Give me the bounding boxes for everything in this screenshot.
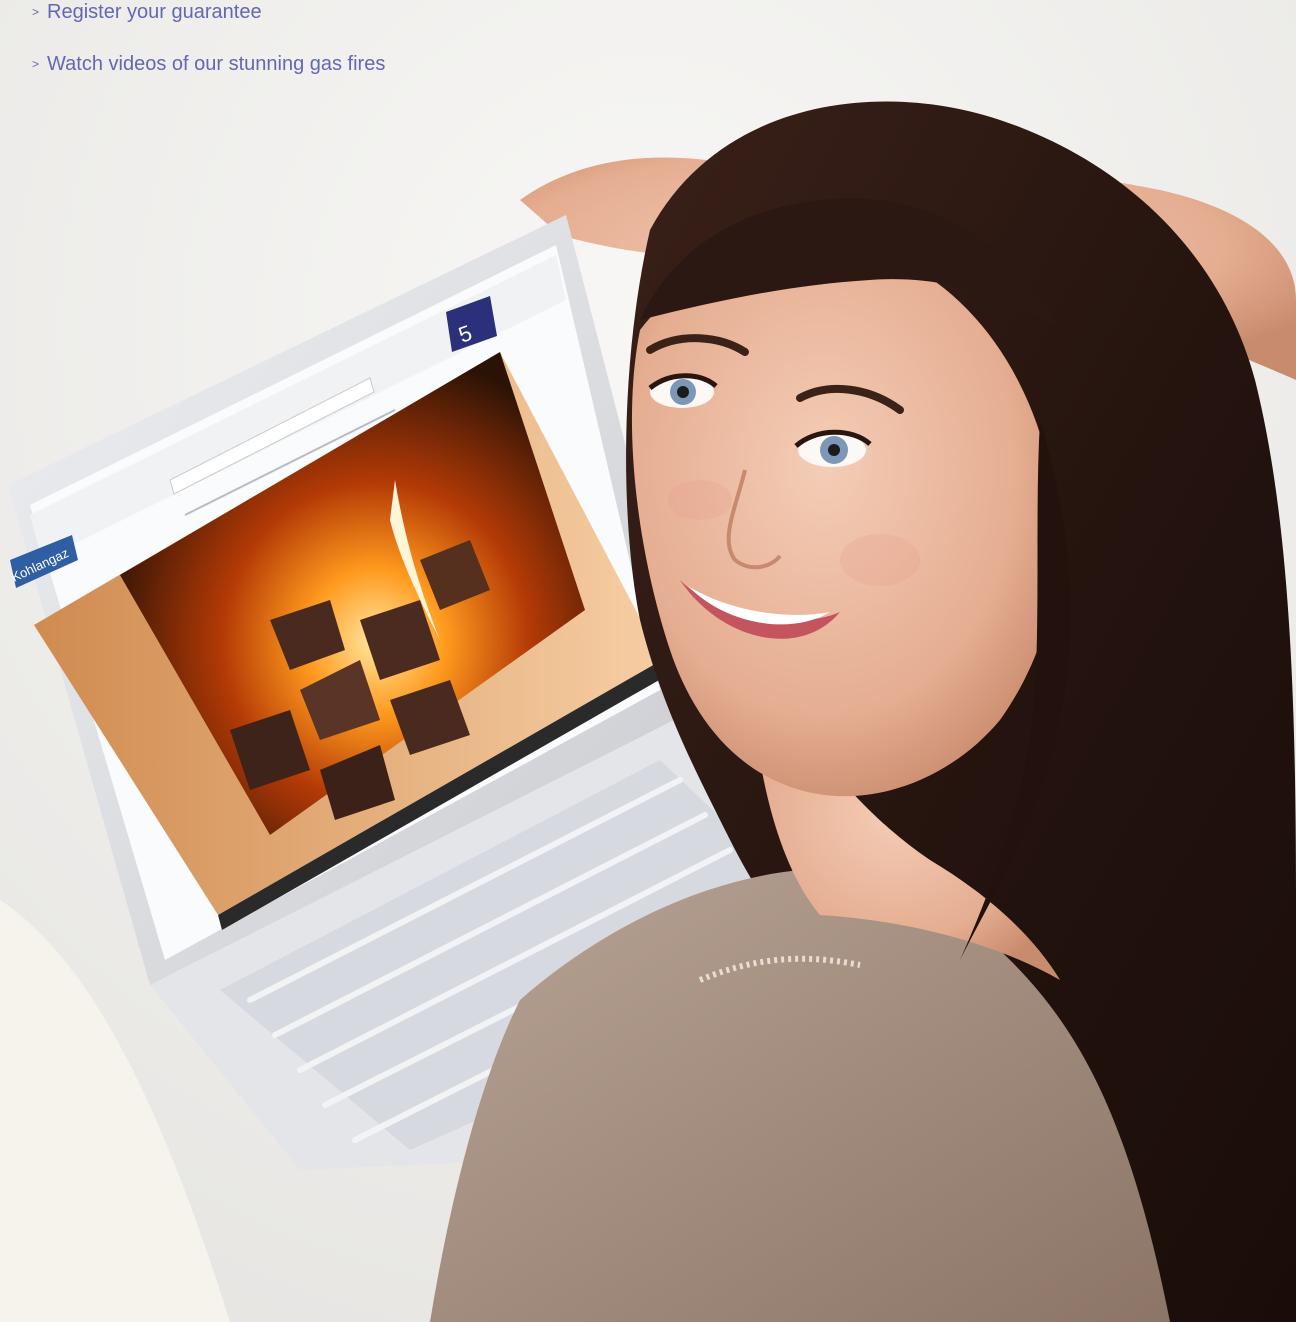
chevron-right-icon: >	[32, 57, 40, 71]
left-cheek	[668, 480, 732, 520]
woman-with-laptop-photo: Kohlangaz 5	[0, 0, 1296, 1322]
watch-videos-link[interactable]: > Watch videos of our stunning gas fires	[32, 51, 385, 77]
register-guarantee-link[interactable]: > Register your guarantee	[32, 0, 262, 25]
chevron-right-icon: >	[32, 5, 40, 19]
right-cheek	[840, 534, 920, 586]
watch-videos-label: Watch videos of our stunning gas fires	[47, 53, 386, 75]
register-guarantee-label: Register your guarantee	[47, 1, 262, 23]
